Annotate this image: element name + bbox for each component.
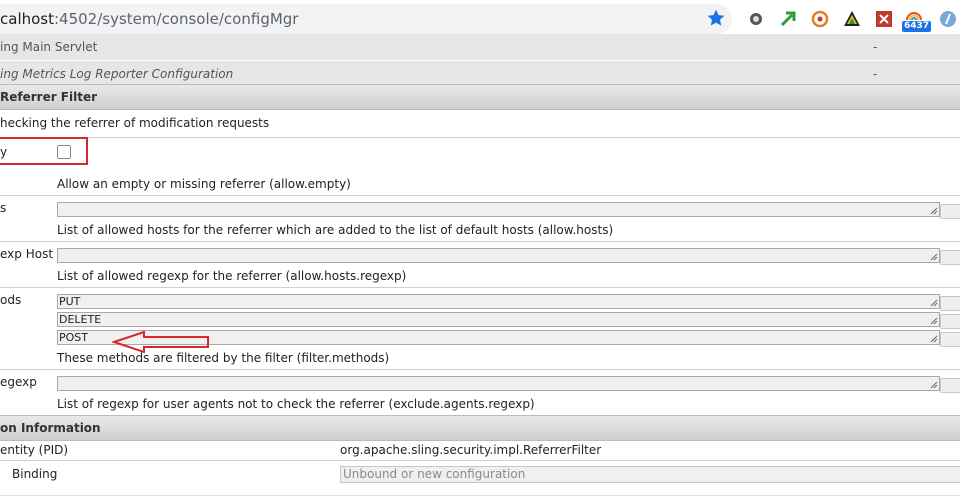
divider	[0, 241, 960, 242]
exclude-agents-help: List of regexp for user agents not to ch…	[57, 397, 535, 411]
resize-grip-icon[interactable]	[930, 207, 938, 215]
filter-description: hecking the referrer of modification req…	[0, 116, 270, 130]
config-row-value: -	[873, 40, 878, 54]
divider	[0, 195, 960, 196]
bookmark-star-icon[interactable]	[706, 8, 726, 28]
section-title: on Information	[0, 421, 101, 435]
exclude-agents-input[interactable]	[57, 376, 940, 391]
highlight-box	[0, 137, 88, 165]
field-action-button[interactable]	[940, 296, 960, 311]
field-action-button[interactable]	[940, 314, 960, 329]
extension-drive-icon[interactable]	[842, 9, 862, 29]
extension-red-icon[interactable]	[874, 9, 894, 29]
resize-grip-icon[interactable]	[930, 299, 938, 307]
field-value: PUT	[59, 295, 81, 308]
config-row-label: ing Metrics Log Reporter Configuration	[0, 67, 234, 81]
binding-value: Unbound or new configuration	[343, 467, 526, 481]
allow-hosts-regexp-help: List of allowed regexp for the referrer …	[57, 269, 407, 283]
divider	[0, 495, 960, 496]
field-action-button[interactable]	[940, 250, 960, 265]
allow-hosts-label: s	[0, 201, 7, 215]
config-row-value: -	[873, 67, 878, 81]
pid-label: entity (PID)	[0, 443, 69, 457]
config-row-label: ing Main Servlet	[0, 40, 98, 54]
binding-select[interactable]: Unbound or new configuration	[340, 466, 960, 483]
divider	[0, 460, 960, 461]
field-value: POST	[59, 331, 88, 344]
allow-empty-help: Allow an empty or missing referrer (allo…	[57, 177, 351, 191]
divider	[0, 369, 960, 370]
extension-badge: 6437	[902, 21, 932, 32]
extension-blue-icon[interactable]	[938, 9, 958, 29]
binding-label: Binding	[12, 467, 58, 481]
extension-green-icon[interactable]	[778, 9, 798, 29]
filter-methods-help: These methods are filtered by the filter…	[57, 351, 390, 365]
annotation-arrow-icon	[112, 331, 209, 353]
referrer-filter-header: Referrer Filter	[0, 84, 960, 110]
extension-gray-icon[interactable]	[746, 9, 766, 29]
exclude-agents-label: egexp	[0, 375, 37, 389]
allow-hosts-regexp-label: exp Host	[0, 247, 54, 261]
extension-orange-icon[interactable]	[810, 9, 830, 29]
configuration-information-header: on Information	[0, 415, 960, 441]
pid-value: org.apache.sling.security.impl.ReferrerF…	[340, 443, 602, 457]
allow-hosts-help: List of allowed hosts for the referrer w…	[57, 223, 614, 237]
field-value: DELETE	[59, 313, 102, 326]
resize-grip-icon[interactable]	[930, 317, 938, 325]
field-action-button[interactable]	[940, 378, 960, 393]
filter-methods-label: ods	[0, 293, 22, 307]
config-row[interactable]: ing Main Servlet -	[0, 34, 960, 60]
resize-grip-icon[interactable]	[930, 335, 938, 343]
filter-method-put-input[interactable]: PUT	[57, 294, 940, 309]
field-action-button[interactable]	[940, 204, 960, 219]
resize-grip-icon[interactable]	[930, 381, 938, 389]
resize-grip-icon[interactable]	[930, 253, 938, 261]
field-action-button[interactable]	[940, 332, 960, 347]
allow-hosts-input[interactable]	[57, 202, 940, 217]
divider	[0, 287, 960, 288]
divider	[0, 137, 960, 138]
section-title: Referrer Filter	[0, 90, 98, 104]
filter-method-delete-input[interactable]: DELETE	[57, 312, 940, 327]
allow-hosts-regexp-input[interactable]	[57, 248, 940, 263]
url-text[interactable]: calhost:4502/system/console/configMgr	[0, 10, 298, 28]
